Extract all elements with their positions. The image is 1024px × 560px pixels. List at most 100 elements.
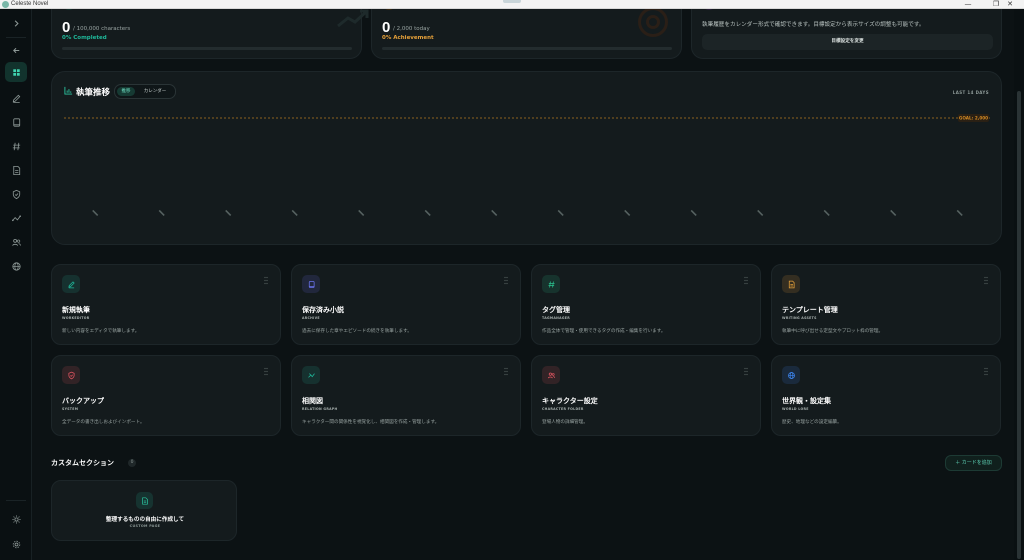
hash-icon [12, 142, 20, 150]
minimize-button[interactable]: — [954, 0, 982, 9]
x-tick-mark [225, 209, 232, 216]
document-icon [12, 165, 20, 175]
tile-description: 作品全体で管理・使用できるタグの作成・編集を行います。 [542, 329, 666, 334]
tile-subtitle: CHARACTER FOLDER [542, 407, 584, 411]
dashboard-icon [12, 68, 20, 76]
x-tick-mark [92, 209, 99, 216]
expand-sidebar-button[interactable] [5, 13, 27, 33]
x-tick-mark [690, 209, 697, 216]
target-icon [638, 9, 668, 37]
window-title: Celeste Novel [11, 1, 49, 7]
close-button[interactable]: ✕ [996, 0, 1024, 9]
feature-tile[interactable]: キャラクター設定 CHARACTER FOLDER 登場人物の詳細管理。 [531, 355, 761, 436]
feature-tile[interactable]: テンプレート管理 WRITING ASSETS 執筆中に呼び出せる定型文やプロット枠… [771, 264, 1001, 345]
tile-subtitle: TAGMANAGER [542, 316, 571, 320]
custom-card-title: 整理するものの自由に作成して [105, 517, 185, 523]
sidebar-item-backup[interactable] [5, 184, 27, 204]
graph-icon [307, 372, 315, 378]
custom-page-icon-box [136, 492, 153, 509]
goal-label: GOAL: 2,000 [959, 116, 988, 121]
tile-title: タグ管理 [542, 305, 570, 314]
x-tick-mark [291, 209, 298, 216]
feature-tile[interactable]: バックアップ SYSTEM 全データの書き出しおよびインポート。 [51, 355, 281, 436]
window-titlebar: Celeste Novel — ❐ ✕ [0, 0, 1024, 9]
tile-icon-box [782, 275, 800, 293]
x-tick-mark [624, 209, 631, 216]
tile-icon-box [782, 366, 800, 384]
x-tick-mark [424, 209, 431, 216]
drag-handle-icon[interactable] [504, 367, 508, 376]
document-icon [788, 280, 794, 288]
sidebar-item-write[interactable] [5, 88, 27, 108]
writing-trend-card: 執筆推移 推移 カレンダー LAST 14 DAYS GOAL: 2,000 [51, 71, 1002, 245]
drag-handle-icon[interactable] [264, 367, 268, 376]
x-tick-mark [557, 209, 564, 216]
scrollbar-thumb[interactable] [1017, 91, 1021, 559]
sidebar-item-archive[interactable] [5, 112, 27, 132]
total-characters-card: 0 / 100,000 characters 0% Completed [51, 9, 369, 59]
feature-tile[interactable]: タグ管理 TAGMANAGER 作品全体で管理・使用できるタグの作成・編集を行います… [531, 264, 761, 345]
sidebar-item-templates[interactable] [5, 160, 27, 180]
history-description: 執筆履歴をカレンダー形式で確認できます。目標設定から表示サイズの調整も可能です。 [702, 22, 925, 28]
tile-description: 過去に保存した章やエピソードの続きを執筆します。 [302, 329, 412, 334]
sidebar-item-characters[interactable] [5, 232, 27, 252]
characters-percent: 0% Completed [62, 35, 107, 41]
tile-description: 新しい内容をエディタで執筆します。 [62, 329, 140, 334]
tile-title: 世界観・設定集 [782, 396, 831, 405]
tile-description: キャラクター間の関係性を視覚化し、相関図を作成・管理します。 [302, 420, 440, 425]
sidebar-item-back[interactable] [5, 40, 27, 60]
sidebar [0, 9, 32, 560]
custom-section-title: カスタムセクション [51, 459, 114, 467]
drag-handle-icon[interactable] [264, 276, 268, 285]
feature-tile[interactable]: 相関図 RELATION GRAPH キャラクター間の関係性を視覚化し、相関図を作成… [291, 355, 521, 436]
writing-trend-chart: GOAL: 2,000 [64, 114, 991, 216]
x-tick-mark [757, 209, 764, 216]
tile-subtitle: RELATION GRAPH [302, 407, 338, 411]
tile-description: 登場人物の詳細管理。 [542, 420, 588, 425]
drag-handle-icon[interactable] [744, 276, 748, 285]
sidebar-item-world[interactable] [5, 256, 27, 276]
today-writing-card: 0 / 2,000 today 0% Achievement [371, 9, 682, 59]
drag-handle-icon[interactable] [744, 367, 748, 376]
trend-chart-icon [337, 9, 369, 28]
x-tick-mark [358, 209, 365, 216]
theme-toggle-button[interactable] [5, 509, 27, 529]
custom-card-subtitle: CUSTOM PAGE [129, 524, 161, 528]
book-icon [12, 117, 20, 127]
people-icon [11, 238, 21, 246]
x-tick-mark [823, 209, 830, 216]
tile-description: 執筆中に呼び出せる定型文やプロット枠の管理。 [782, 329, 884, 334]
add-card-button[interactable]: ＋ カードを追加 [945, 455, 1002, 471]
document-icon [141, 496, 148, 505]
sidebar-item-relations[interactable] [5, 208, 27, 228]
pencil-icon [67, 280, 75, 288]
tile-description: 歴史、地理などの設定編纂。 [782, 420, 842, 425]
tile-title: 保存済み小説 [302, 305, 344, 314]
globe-icon [11, 261, 21, 271]
tile-icon-box [62, 366, 80, 384]
main-scrollbar[interactable] [1014, 9, 1024, 560]
drag-handle-icon[interactable] [504, 276, 508, 285]
tile-icon-box [302, 275, 320, 293]
graph-icon [11, 214, 21, 221]
feature-tile[interactable]: 新規執筆 WORKEDITOR 新しい内容をエディタで執筆します。 [51, 264, 281, 345]
custom-card[interactable]: 整理するものの自由に作成して CUSTOM PAGE [51, 480, 237, 541]
today-progress-bar [382, 47, 672, 50]
sidebar-item-dashboard[interactable] [5, 62, 27, 82]
feature-tile[interactable]: 世界観・設定集 WORLD LORE 歴史、地理などの設定編纂。 [771, 355, 1001, 436]
tile-icon-box [62, 275, 80, 293]
today-count: 0 [382, 19, 391, 36]
feature-tile[interactable]: 保存済み小説 ARCHIVE 過去に保存した章やエピソードの続きを執筆します。 [291, 264, 521, 345]
drag-handle[interactable] [503, 0, 521, 3]
tile-subtitle: WORLD LORE [782, 407, 809, 411]
drag-handle-icon[interactable] [984, 276, 988, 285]
tile-icon-box [542, 366, 560, 384]
dashboard-main: 0 / 100,000 characters 0% Completed 0 / … [32, 9, 1014, 560]
drag-handle-icon[interactable] [984, 367, 988, 376]
sidebar-item-tags[interactable] [5, 136, 27, 156]
sidebar-divider [6, 500, 26, 501]
settings-button[interactable] [5, 534, 27, 554]
change-goal-button[interactable]: 目標設定を変更 [702, 34, 993, 50]
tile-icon-box [542, 275, 560, 293]
writing-history-card: 執筆履歴をカレンダー形式で確認できます。目標設定から表示サイズの調整も可能です。… [691, 9, 1002, 59]
